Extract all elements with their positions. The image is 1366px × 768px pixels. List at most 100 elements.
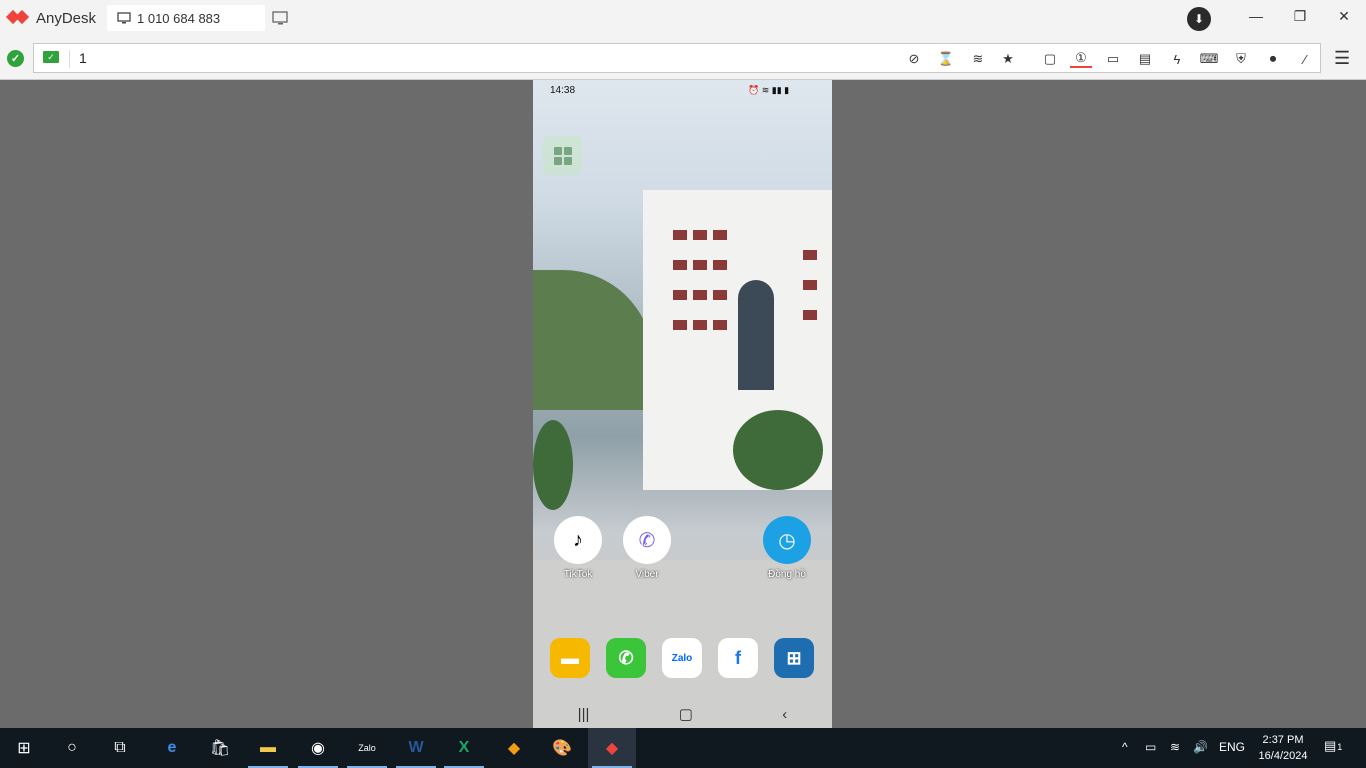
file-transfer-button[interactable]: ▢ xyxy=(1039,50,1061,68)
folder-icon: ▬ xyxy=(260,739,276,756)
record-icon: ⏺ xyxy=(1269,51,1277,66)
clock-date: 16/4/2024 xyxy=(1258,750,1308,762)
app-grid-app[interactable]: ⊞ xyxy=(774,638,814,678)
clock-label: Đồng hồ xyxy=(768,569,806,580)
viber-label: Viber xyxy=(635,569,659,580)
zalo-taskbar-label: Zalo xyxy=(358,743,376,753)
home-button[interactable]: ▢ xyxy=(679,705,693,723)
wallpaper-hill xyxy=(533,270,653,410)
record-button[interactable]: ⏺ xyxy=(1262,50,1284,68)
close-button[interactable]: ✕ xyxy=(1334,8,1354,25)
database-button[interactable]: ≋ xyxy=(967,50,989,68)
monitor-icon xyxy=(117,12,131,24)
edge-icon: e xyxy=(167,739,177,756)
chrome-icon: ◉ xyxy=(311,740,325,757)
chrome-button[interactable]: ◉ xyxy=(294,728,342,768)
clock-icon: ◷ xyxy=(778,529,796,552)
permissions-button[interactable]: ⛨ xyxy=(1230,50,1252,68)
minimize-icon: — xyxy=(1249,8,1263,24)
chat-button[interactable]: ▤ xyxy=(1134,50,1156,68)
close-icon: ✕ xyxy=(1338,8,1350,24)
pen-icon: ⁄ xyxy=(1303,51,1307,67)
tray-expand-icon[interactable]: ^ xyxy=(1122,740,1128,754)
notification-center-button[interactable]: ▤1 xyxy=(1324,738,1342,754)
shield-icon: ⛨ xyxy=(1236,51,1246,66)
task-view-button[interactable]: ⧉ xyxy=(96,728,144,768)
viber-app[interactable]: ✆ xyxy=(623,516,671,564)
message-icon: ▬ xyxy=(561,647,579,668)
facebook-icon: f xyxy=(735,647,741,668)
restore-icon: ❐ xyxy=(1293,8,1307,24)
facebook-app[interactable]: f xyxy=(718,638,758,678)
anydesk-icon: ◆ xyxy=(605,740,619,757)
monitor-button[interactable]: ▭ xyxy=(1102,50,1124,68)
session-tab-label: 1 010 684 883 xyxy=(137,10,221,26)
wallpaper-tree xyxy=(533,420,573,510)
paint-button[interactable]: 🎨 xyxy=(538,728,586,768)
anydesk-logo-icon xyxy=(5,9,30,25)
actions-button[interactable]: ϟ xyxy=(1166,50,1188,68)
tiktok-icon: ♪ xyxy=(573,528,583,551)
zalo-taskbar-button[interactable]: Zalo xyxy=(343,728,391,768)
address-value[interactable]: 1 xyxy=(79,50,87,66)
volume-icon[interactable]: 🔊 xyxy=(1193,740,1208,754)
session-tab[interactable]: 1 010 684 883 xyxy=(107,5,265,31)
minimize-button[interactable]: — xyxy=(1246,8,1266,24)
restore-button[interactable]: ❐ xyxy=(1290,8,1310,25)
wifi-icon[interactable]: ≋ xyxy=(1170,740,1180,754)
recents-button[interactable]: ||| xyxy=(578,706,590,723)
messages-app[interactable]: ▬ xyxy=(550,638,590,678)
new-session-button[interactable] xyxy=(272,11,289,30)
display-icon: ✓ xyxy=(43,51,59,63)
app-folder[interactable] xyxy=(543,136,582,175)
favorite-button[interactable]: ★ xyxy=(997,50,1019,68)
tiktok-app[interactable]: ♪ xyxy=(554,516,602,564)
status-time: 14:38 xyxy=(550,85,576,96)
phone-app[interactable]: ✆ xyxy=(606,638,646,678)
phone-icon: ✆ xyxy=(618,647,634,668)
hamburger-icon: ☰ xyxy=(1334,48,1351,68)
word-icon: W xyxy=(408,739,424,756)
pdf-app-button[interactable]: ◆ xyxy=(490,728,538,768)
excel-button[interactable]: X xyxy=(440,728,488,768)
pdf-icon: ◆ xyxy=(507,740,521,757)
back-button[interactable]: ‹ xyxy=(782,706,787,723)
hide-screen-button[interactable]: ⊘ xyxy=(903,50,925,68)
status-icons: ⏰ ≋ ▮▮ ▮ xyxy=(748,85,790,95)
windows-grid-icon: ⊞ xyxy=(786,647,802,668)
search-button[interactable]: ○ xyxy=(48,728,96,768)
android-nav-bar: ||| ▢ ‹ xyxy=(533,700,832,728)
file-explorer-button[interactable]: ▬ xyxy=(244,728,292,768)
display-one-button[interactable]: ① xyxy=(1070,50,1092,68)
tiktok-label: TikTok xyxy=(563,569,593,580)
display-number-icon: ① xyxy=(1075,50,1087,65)
download-button[interactable]: ⬇ xyxy=(1187,7,1211,31)
word-button[interactable]: W xyxy=(392,728,440,768)
battery-icon[interactable]: ▭ xyxy=(1145,740,1156,754)
whiteboard-button[interactable]: ⁄ xyxy=(1294,50,1316,68)
edge-button[interactable]: e xyxy=(148,728,196,768)
address-field[interactable]: ✓ 1 ⊘ ⌛ ≋ ★ ▢ ① ▭ ▤ ϟ ⌨ ⛨ ⏺ ⁄ xyxy=(33,43,1321,73)
store-button[interactable]: 🛍 xyxy=(196,728,244,768)
windows-taskbar: ⊞ ○ ⧉ e 🛍 ▬ ◉ Zalo W X ◆ 🎨 ◆ ^ ▭ ≋ 🔊 ENG… xyxy=(0,728,1366,768)
clock[interactable]: 2:37 PM 16/4/2024 xyxy=(1252,732,1314,764)
main-menu-button[interactable]: ☰ xyxy=(1334,48,1350,69)
start-button[interactable]: ⊞ xyxy=(0,728,48,768)
lightning-icon: ϟ xyxy=(1173,51,1181,67)
keyboard-button[interactable]: ⌨ xyxy=(1198,50,1220,68)
clock-app[interactable]: ◷ xyxy=(763,516,811,564)
remote-phone-screen[interactable]: 14:38 ⏰ ≋ ▮▮ ▮ ♪ TikTok ✆ Viber ◷ Đồng h… xyxy=(533,80,832,728)
wallpaper-tower xyxy=(738,280,774,390)
eye-off-icon: ⊘ xyxy=(908,51,920,66)
zalo-app[interactable]: Zalo xyxy=(662,638,702,678)
language-indicator[interactable]: ENG xyxy=(1219,740,1245,754)
task-view-icon: ⧉ xyxy=(114,739,126,756)
chat-icon: ▤ xyxy=(1138,51,1152,66)
windows-icon: ⊞ xyxy=(17,740,31,757)
screen-icon: ▭ xyxy=(1106,51,1120,66)
file-icon: ▢ xyxy=(1043,51,1057,66)
anydesk-taskbar-button[interactable]: ◆ xyxy=(588,728,636,768)
timer-button[interactable]: ⌛ xyxy=(935,50,957,68)
clock-time: 2:37 PM xyxy=(1262,734,1304,746)
star-icon: ★ xyxy=(1002,51,1014,66)
